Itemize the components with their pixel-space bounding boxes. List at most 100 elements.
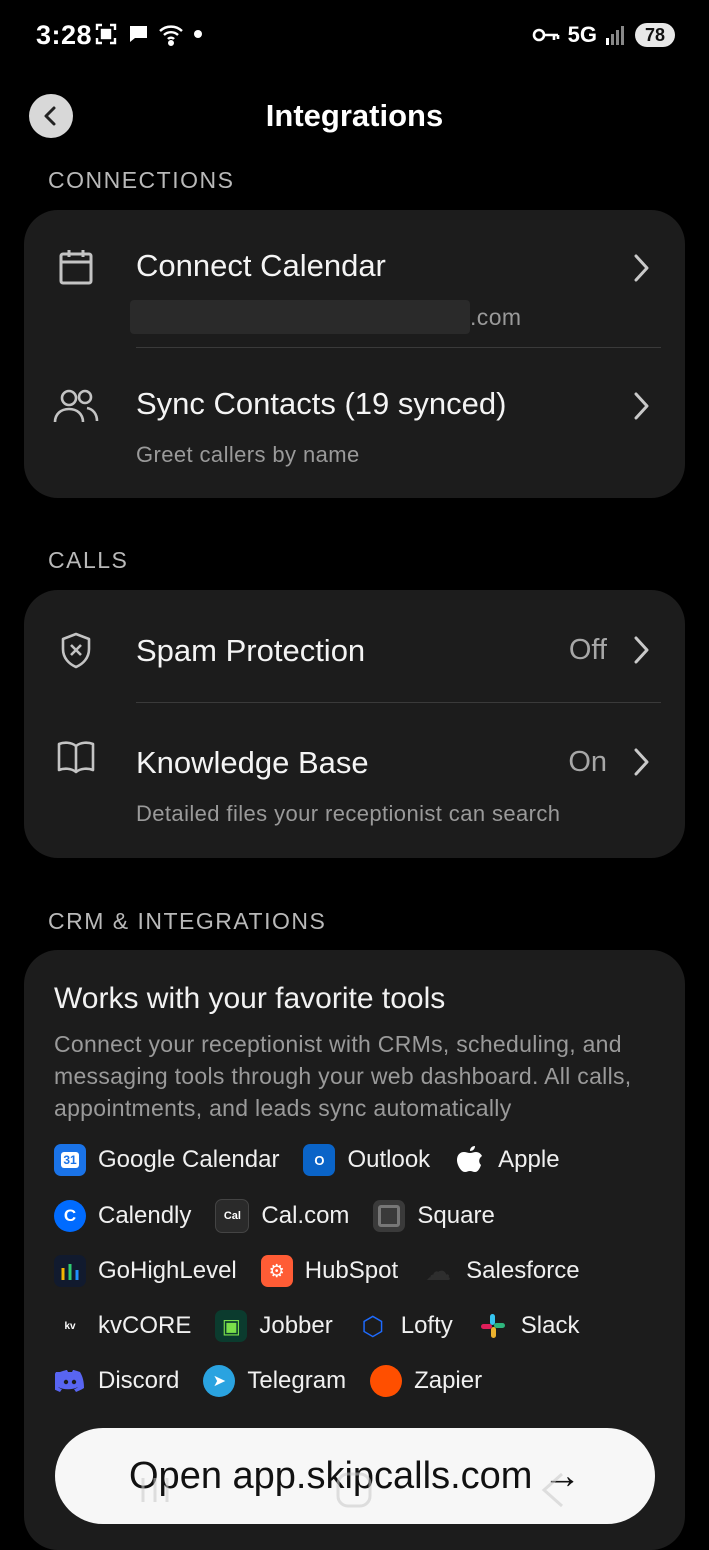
chevron-right-icon [634, 392, 649, 420]
open-dashboard-button[interactable]: Open app.skipcalls.com → [55, 1428, 655, 1524]
salesforce-logo-text: ☁ [425, 1255, 452, 1286]
chevron-right-icon [634, 636, 649, 664]
lofty-logo-icon: ⬡ [357, 1310, 389, 1342]
telegram-logo-text: ➤ [212, 1373, 227, 1390]
status-bar: 3:28 5G 78 [0, 0, 709, 70]
chevron-right-icon [634, 748, 649, 776]
network-type: 5G [567, 22, 597, 47]
tool-name: Telegram [247, 1367, 347, 1394]
outlook-logo-text: O [314, 1152, 325, 1168]
knowledge-base-row[interactable]: Knowledge Base On Detailed files your re… [24, 703, 685, 858]
tool-telegram: ➤ Telegram [203, 1365, 346, 1397]
battery-icon: 78 [635, 23, 675, 47]
tool-salesforce: ☁ Salesforce [422, 1255, 579, 1287]
tool-name: Lofty [400, 1312, 453, 1339]
knowledge-base-status: On [568, 746, 607, 778]
slack-logo-icon [477, 1310, 509, 1342]
tool-square: Square [373, 1200, 495, 1232]
tools-description: Connect your receptionist with CRMs, sch… [54, 1031, 632, 1121]
tool-name: Zapier [414, 1367, 483, 1394]
calendly-logo-text: C [63, 1206, 77, 1225]
google-calendar-logo-icon: 31 [54, 1144, 86, 1176]
spam-protection-status: Off [568, 634, 607, 666]
contacts-icon [52, 382, 100, 430]
tool-name: Jobber [259, 1312, 333, 1339]
hubspot-logo-icon: ⚙ [260, 1255, 293, 1287]
tool-slack: Slack [477, 1310, 580, 1342]
section-header-connections: CONNECTIONS [48, 167, 235, 193]
kvcore-logo-text: kv [64, 1320, 76, 1332]
apple-logo-icon [454, 1144, 486, 1176]
lofty-logo-text: ⬡ [361, 1310, 385, 1341]
tool-name: Calendly [98, 1202, 192, 1229]
jobber-logo-text: ▣ [221, 1315, 241, 1338]
salesforce-logo-icon: ☁ [422, 1255, 454, 1287]
tool-lofty: ⬡ Lofty [357, 1310, 453, 1342]
spam-protection-title: Spam Protection [136, 633, 366, 668]
tool-google-calendar: 31 Google Calendar [54, 1144, 279, 1176]
calendly-logo-icon: C [54, 1200, 86, 1232]
square-logo-icon [373, 1200, 406, 1232]
section-header-crm: CRM & INTEGRATIONS [48, 908, 327, 934]
tool-name: Slack [520, 1312, 580, 1339]
screenshot-icon [95, 23, 117, 45]
wifi-icon [159, 25, 183, 46]
tool-name: Square [417, 1202, 495, 1229]
tool-hubspot: ⚙ HubSpot [260, 1255, 399, 1287]
tool-discord: Discord [54, 1365, 179, 1397]
tool-calendly: C Calendly [54, 1200, 191, 1232]
tools-title: Works with your favorite tools [54, 982, 446, 1015]
tool-name: HubSpot [304, 1257, 399, 1284]
vpn-key-icon [532, 28, 559, 42]
tool-gohighlevel: GoHighLevel [54, 1255, 237, 1287]
jobber-logo-icon: ▣ [215, 1310, 248, 1342]
connect-calendar-row[interactable]: Connect Calendar .com [24, 210, 685, 348]
outlook-logo-icon: O [303, 1144, 336, 1176]
tool-jobber: ▣ Jobber [215, 1310, 333, 1342]
tool-name: kvCORE [98, 1312, 192, 1339]
tool-name: Salesforce [466, 1257, 580, 1284]
status-right-icons: 5G 78 [532, 22, 675, 48]
section-header-calls: CALLS [48, 547, 129, 573]
telegram-logo-icon: ➤ [203, 1365, 236, 1397]
tool-name: GoHighLevel [98, 1257, 237, 1284]
tool-name: Cal.com [261, 1202, 350, 1229]
calls-card: Spam Protection Off Knowledge Base On De… [24, 590, 685, 858]
tool-zapier: Zapier [370, 1365, 482, 1397]
tool-apple: Apple [454, 1144, 560, 1176]
cal-com-logo-text: Cal [223, 1210, 241, 1222]
discord-logo-icon [54, 1365, 86, 1397]
calendar-icon [52, 243, 100, 291]
tool-cal-com: Cal Cal.com [215, 1199, 349, 1233]
cal-com-logo-icon: Cal [215, 1199, 250, 1233]
knowledge-base-subtitle: Detailed files your receptionist can sea… [136, 801, 561, 826]
spam-protection-row[interactable]: Spam Protection Off [24, 590, 685, 702]
signal-icon [606, 26, 624, 45]
sync-contacts-title: Sync Contacts (19 synced) [136, 386, 507, 421]
tool-name: Outlook [347, 1146, 431, 1173]
tool-kvcore: kv kvCORE [54, 1310, 191, 1342]
knowledge-base-title: Knowledge Base [136, 745, 369, 780]
book-icon [52, 733, 100, 781]
tool-name: Discord [98, 1367, 180, 1394]
calendar-email-suffix: .com [470, 304, 522, 330]
zapier-logo-icon [370, 1365, 403, 1397]
sync-contacts-subtitle: Greet callers by name [136, 442, 360, 467]
chevron-right-icon [634, 254, 649, 282]
redacted-email [130, 300, 470, 334]
chat-icon [129, 26, 147, 42]
sync-contacts-row[interactable]: Sync Contacts (19 synced) Greet callers … [24, 348, 685, 498]
tool-outlook: O Outlook [303, 1144, 430, 1176]
tool-name: Apple [498, 1146, 560, 1173]
connections-card: Connect Calendar .com Sync Contacts (19 … [24, 210, 685, 498]
hubspot-logo-text: ⚙ [268, 1260, 285, 1281]
tool-name: Google Calendar [98, 1146, 280, 1173]
kvcore-logo-icon: kv [54, 1310, 86, 1342]
google-calendar-logo-text: 31 [61, 1152, 79, 1168]
gohighlevel-logo-icon [54, 1255, 86, 1287]
status-left-icons [94, 22, 204, 46]
dot-icon [194, 30, 202, 38]
status-time: 3:28 [36, 20, 93, 50]
shield-icon [52, 626, 100, 674]
page-title: Integrations [265, 98, 444, 133]
